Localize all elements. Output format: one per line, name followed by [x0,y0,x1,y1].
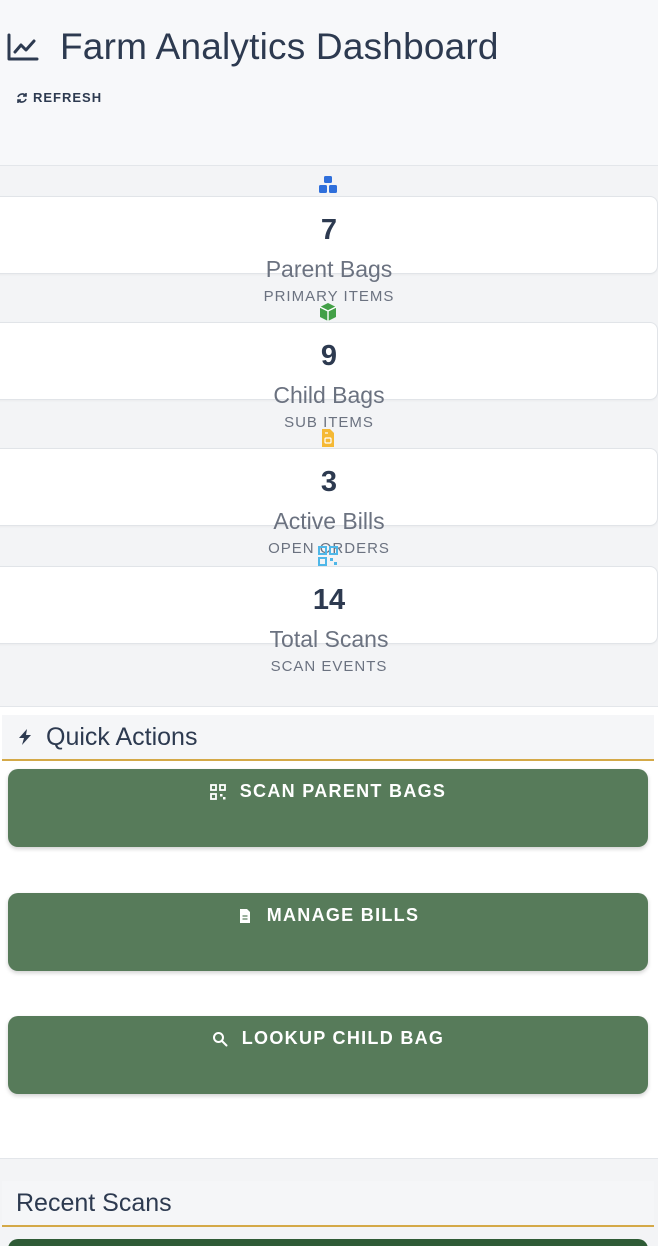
stat-label: Total Scans [269,626,389,652]
lookup-child-bag-label: LOOKUP CHILD BAG [241,1028,445,1048]
refresh-label: REFRESH [33,90,103,105]
quick-actions-header: Quick Actions [2,715,654,761]
stat-label: Active Bills [273,508,385,534]
stat-value: 14 [312,584,346,616]
stat-label: Child Bags [273,382,385,408]
quick-actions-section: Quick Actions SCAN PARENT BAGS MANAGE BI… [0,706,658,1158]
manage-bills-button[interactable]: MANAGE BILLS [8,893,648,971]
recent-scans-title: Recent Scans [16,1188,172,1217]
file-invoice-icon [316,427,340,449]
bolt-icon [19,729,31,745]
recent-scan-item[interactable] [8,1239,648,1246]
refresh-button[interactable]: REFRESH [16,90,102,105]
dashboard-header: Farm Analytics Dashboard REFRESH [0,0,658,166]
file-icon [239,909,250,923]
stat-value: 3 [320,466,338,498]
stat-sublabel: SCAN EVENTS [270,658,388,675]
scan-parent-bags-label: SCAN PARENT BAGS [239,781,447,801]
chart-line-icon [7,33,39,61]
stats-area: 7 Parent Bags PRIMARY ITEMS 9 Child Bags… [0,166,658,706]
scan-parent-bags-button[interactable]: SCAN PARENT BAGS [8,769,648,847]
stat-value: 9 [320,340,338,372]
manage-bills-label: MANAGE BILLS [266,905,420,925]
cube-icon [316,301,340,323]
search-icon [212,1032,228,1047]
title-row: Farm Analytics Dashboard [6,26,499,68]
recent-scans-section: Recent Scans [0,1158,658,1246]
qrcode-icon [209,784,226,800]
stat-value: 7 [320,214,338,246]
quick-actions-title: Quick Actions [46,722,198,751]
refresh-icon [17,92,27,103]
recent-scans-header: Recent Scans [2,1181,654,1227]
qrcode-icon [316,545,340,567]
page-title: Farm Analytics Dashboard [60,26,499,67]
lookup-child-bag-button[interactable]: LOOKUP CHILD BAG [8,1016,648,1094]
stat-label: Parent Bags [265,256,393,282]
boxes-icon [316,174,340,196]
